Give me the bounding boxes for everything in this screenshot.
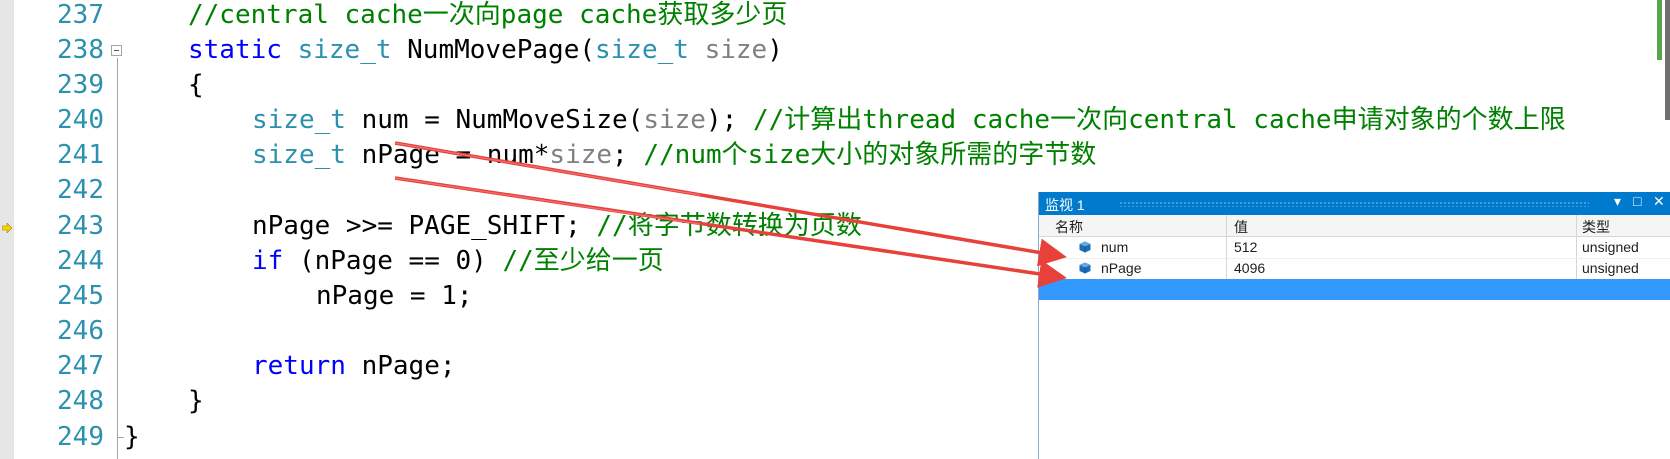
arrow-num-thin <box>394 142 701 196</box>
arrow-npage-thin <box>394 177 701 225</box>
annotation-arrows <box>394 141 1067 288</box>
